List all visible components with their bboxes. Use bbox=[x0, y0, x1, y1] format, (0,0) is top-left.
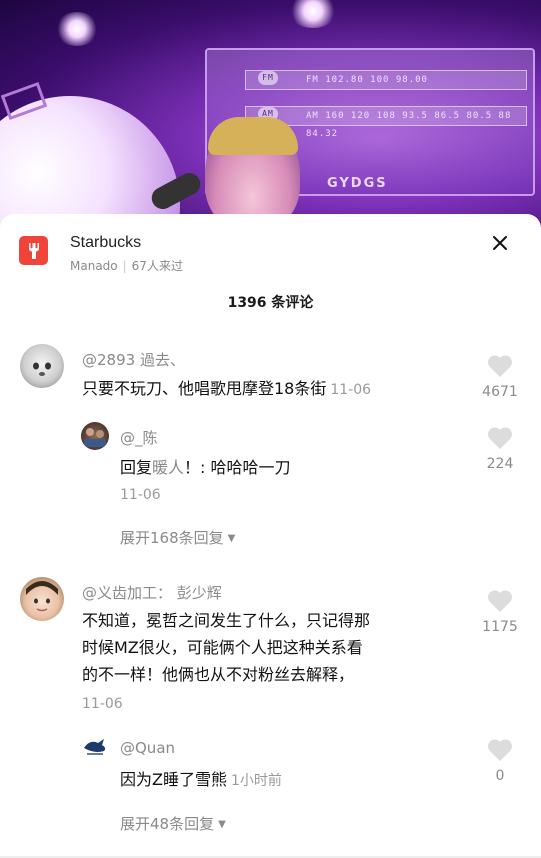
comment-username[interactable]: @义齿加工： 彭少辉 bbox=[82, 582, 222, 603]
comment-username[interactable]: @2893 過去、 bbox=[82, 349, 185, 370]
stage-light bbox=[288, 0, 338, 28]
like-count: 0 bbox=[495, 768, 505, 784]
balloon bbox=[0, 96, 180, 232]
heart-icon bbox=[487, 427, 513, 449]
reply-time: 1小时前 bbox=[230, 773, 282, 789]
expand-replies-button[interactable]: 展开168条回复 ▼ bbox=[120, 527, 235, 548]
reply-username[interactable]: @Quan bbox=[120, 739, 175, 757]
heart-icon bbox=[487, 355, 513, 377]
radio-band-fm: FM FM 102.80 100 98.00 bbox=[245, 70, 527, 90]
avatar[interactable] bbox=[81, 736, 109, 758]
poi-location: Manado bbox=[70, 259, 118, 273]
reply-text: 因为Z睡了雪熊 1小时前 bbox=[120, 770, 282, 789]
separator: | bbox=[122, 259, 127, 273]
like-count: 224 bbox=[486, 456, 514, 472]
poi-subtitle: Manado | 67人来过 bbox=[70, 257, 183, 274]
heart-icon bbox=[487, 590, 513, 612]
fork-icon[interactable] bbox=[19, 236, 48, 265]
reply-text: 回复暖人！: 哈哈哈一刀 bbox=[120, 458, 291, 477]
comment-time: 11-06 bbox=[82, 696, 123, 712]
comment-text-line: 的不一样！他俩也从不对粉丝去解释， bbox=[82, 665, 355, 684]
radio-band-am: AM AM 160 120 108 93.5 86.5 80.5 88 84.3… bbox=[245, 106, 527, 139]
like-count: 1175 bbox=[482, 619, 518, 635]
like-count: 4671 bbox=[482, 384, 518, 400]
close-button[interactable] bbox=[488, 231, 512, 255]
comment-sheet: Starbucks Manado | 67人来过 1396 条评论 @2893 過去… bbox=[0, 214, 541, 858]
comment-text-line: 时候MZ很火，可能俩个人把这种关系看 bbox=[82, 638, 363, 657]
avatar[interactable] bbox=[81, 422, 109, 450]
like-button[interactable]: 0 bbox=[475, 738, 525, 784]
stage-light bbox=[55, 12, 99, 46]
poi-name[interactable]: Starbucks bbox=[70, 234, 141, 252]
caret-down-icon: ▼ bbox=[227, 533, 236, 544]
like-button[interactable]: 1175 bbox=[475, 589, 525, 635]
like-button[interactable]: 224 bbox=[475, 426, 525, 472]
caret-down-icon: ▼ bbox=[218, 819, 226, 830]
comment-count: 1396 条评论 bbox=[227, 295, 314, 311]
reply-time: 11-06 bbox=[120, 487, 161, 503]
expand-replies-button[interactable]: 展开48条回复 ▼ bbox=[120, 813, 226, 834]
close-icon bbox=[493, 236, 507, 250]
comment-text-line: 不知道，冕哲之间发生了什么，只记得那 bbox=[82, 611, 371, 630]
like-button[interactable]: 4671 bbox=[475, 354, 525, 400]
heart-icon bbox=[487, 739, 513, 761]
reply-target-user[interactable]: 暖人 bbox=[152, 458, 184, 477]
comment-time: 11-06 bbox=[330, 382, 372, 398]
avatar[interactable] bbox=[20, 577, 64, 621]
comment-text: 只要不玩刀、他唱歌甩摩登18条街 11-06 bbox=[82, 379, 372, 398]
screen-brand-text: GYDGS bbox=[327, 176, 388, 191]
reply-username[interactable]: @_陈 bbox=[120, 427, 158, 448]
video-background[interactable]: FM FM 102.80 100 98.00 AM AM 160 120 108… bbox=[0, 0, 541, 232]
singer-hair bbox=[208, 117, 298, 155]
poi-visitors: 67人来过 bbox=[131, 259, 183, 273]
band-tag: FM bbox=[258, 71, 278, 85]
avatar[interactable] bbox=[20, 344, 64, 388]
